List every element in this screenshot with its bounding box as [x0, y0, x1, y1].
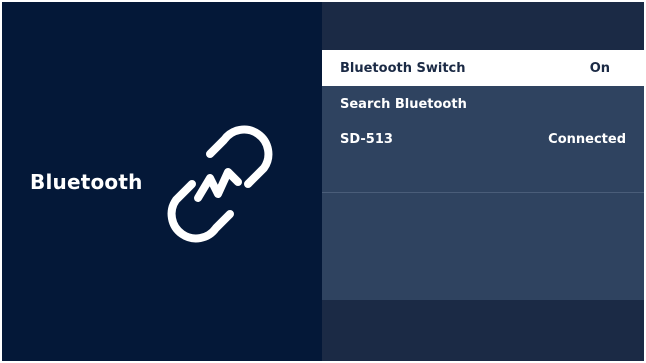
search-bluetooth-label: Search Bluetooth [340, 96, 467, 112]
page-title: Bluetooth [30, 170, 143, 194]
settings-menu: Bluetooth Switch On Search Bluetooth SD-… [322, 50, 644, 300]
device-name: SD-513 [340, 131, 393, 147]
bluetooth-link-icon [167, 125, 273, 243]
screen-frame: Bluetooth Bluetooth Switch On Search Blu… [2, 2, 644, 361]
right-panel: Bluetooth Switch On Search Bluetooth SD-… [322, 2, 644, 361]
search-bluetooth-row[interactable]: Search Bluetooth [322, 86, 644, 122]
left-panel: Bluetooth [2, 2, 322, 361]
bluetooth-switch-label: Bluetooth Switch [340, 60, 466, 76]
menu-divider [322, 192, 644, 193]
device-sd-513-row[interactable]: SD-513 Connected [322, 121, 644, 157]
bluetooth-switch-value: On [589, 60, 610, 76]
bluetooth-switch-row[interactable]: Bluetooth Switch On [322, 50, 644, 86]
device-status: Connected [548, 131, 626, 147]
